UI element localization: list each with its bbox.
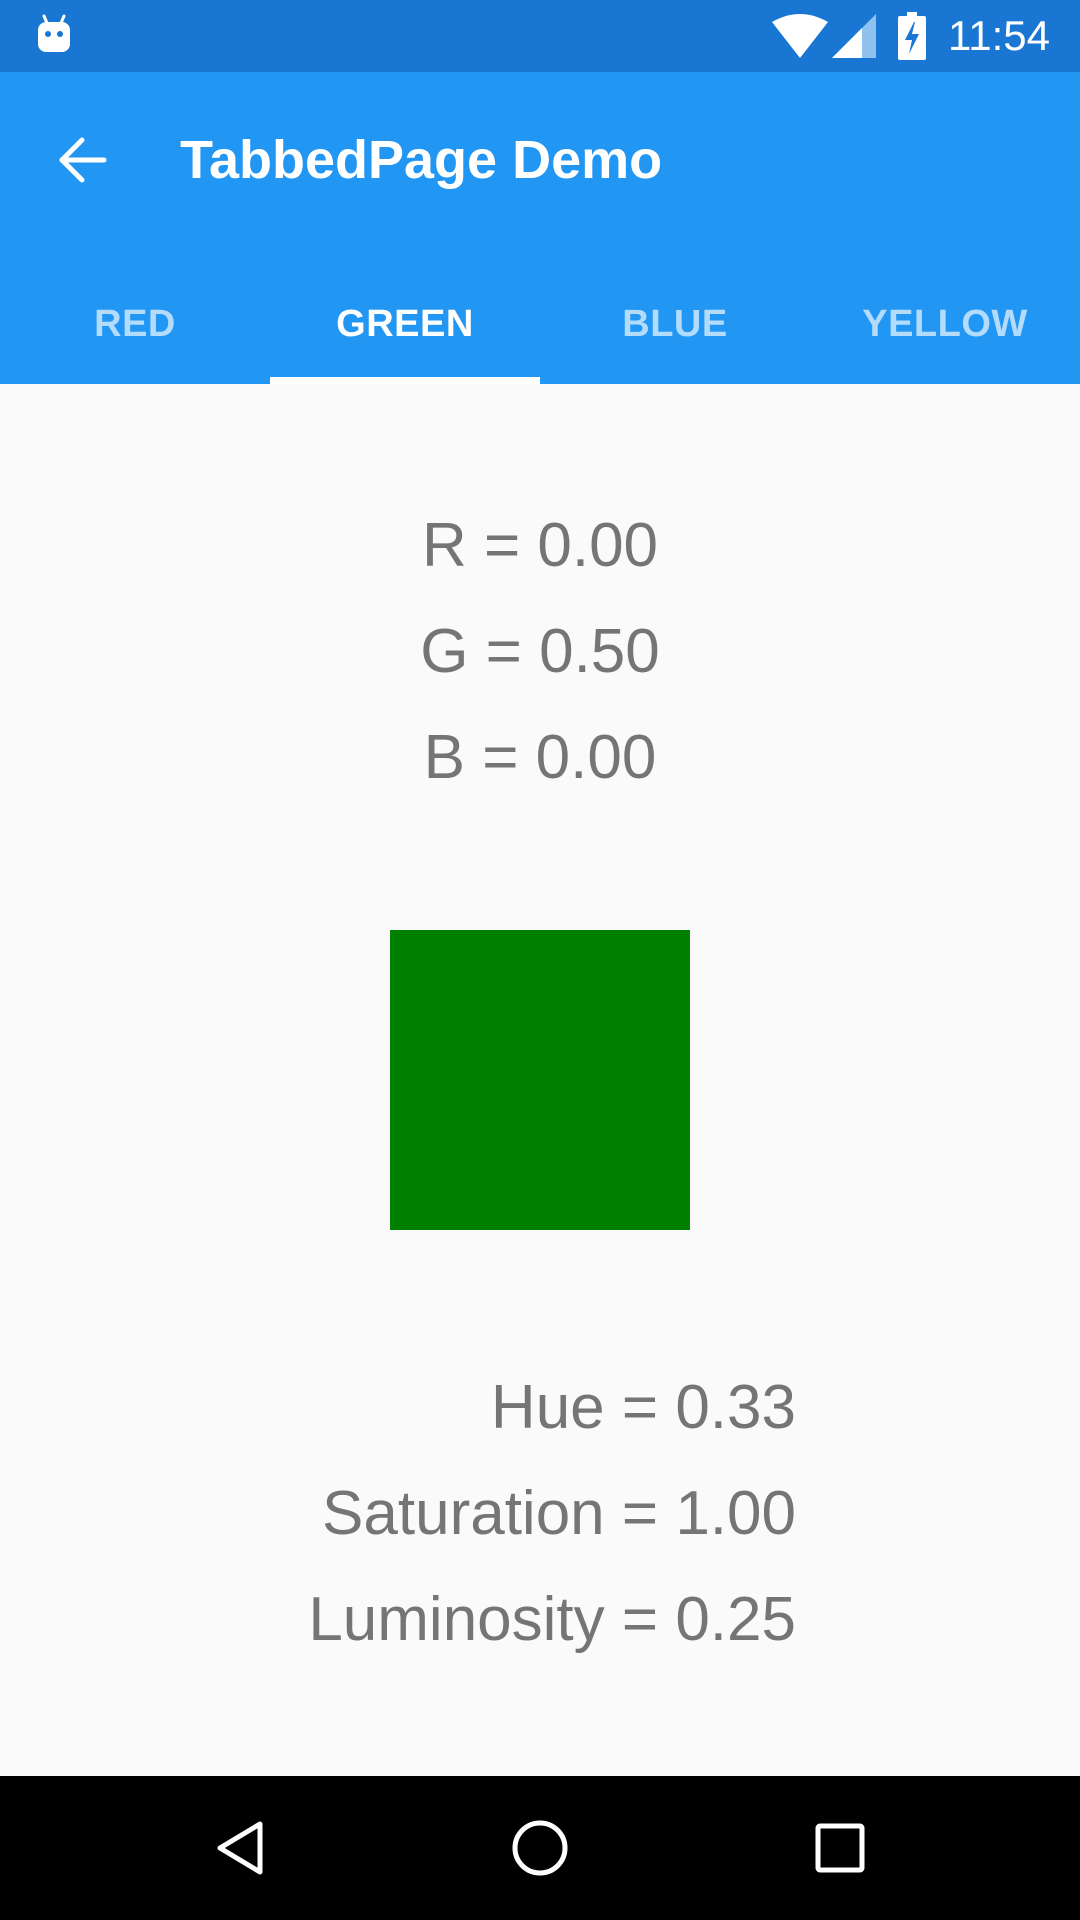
blue-value-label: B = 0.00 xyxy=(423,723,657,792)
app-bar: TabbedPage Demo RED GREEN BLUE YELLOW xyxy=(0,72,1080,384)
tab-red[interactable]: RED xyxy=(0,264,270,384)
page-title: TabbedPage Demo xyxy=(180,130,663,190)
tab-label: RED xyxy=(94,302,176,345)
status-clock: 11:54 xyxy=(948,12,1050,59)
home-circle-icon xyxy=(512,1820,568,1876)
color-detail-page: R = 0.00 G = 0.50 B = 0.00 Hue = 0.33 Sa… xyxy=(0,384,1080,1776)
luminosity-value-label: Luminosity = 0.25 xyxy=(308,1585,796,1654)
saturation-value-label: Saturation = 1.00 xyxy=(322,1479,796,1548)
nav-back-button[interactable] xyxy=(200,1808,280,1888)
tab-indicator xyxy=(270,377,540,384)
color-swatch xyxy=(390,930,690,1230)
tab-bar: RED GREEN BLUE YELLOW xyxy=(0,264,1080,384)
system-navigation-bar xyxy=(0,1776,1080,1920)
tab-label: BLUE xyxy=(622,302,728,345)
arrow-back-icon xyxy=(59,137,107,183)
nav-recents-button[interactable] xyxy=(800,1808,880,1888)
nav-home-button[interactable] xyxy=(500,1808,580,1888)
android-icon xyxy=(38,14,70,52)
tab-yellow[interactable]: YELLOW xyxy=(810,264,1080,384)
status-bar: 11:54 xyxy=(0,0,1080,72)
back-triangle-icon xyxy=(217,1821,263,1875)
back-button[interactable] xyxy=(40,118,124,202)
recents-square-icon xyxy=(815,1823,865,1873)
hue-value-label: Hue = 0.33 xyxy=(490,1373,796,1442)
signal-icon xyxy=(832,14,876,58)
tab-green[interactable]: GREEN xyxy=(270,264,540,384)
green-value-label: G = 0.50 xyxy=(420,617,660,686)
tab-label: GREEN xyxy=(336,302,474,345)
battery-charging-icon xyxy=(898,12,926,60)
wifi-icon xyxy=(772,14,828,58)
red-value-label: R = 0.00 xyxy=(421,511,659,580)
tab-blue[interactable]: BLUE xyxy=(540,264,810,384)
tab-label: YELLOW xyxy=(862,302,1028,345)
